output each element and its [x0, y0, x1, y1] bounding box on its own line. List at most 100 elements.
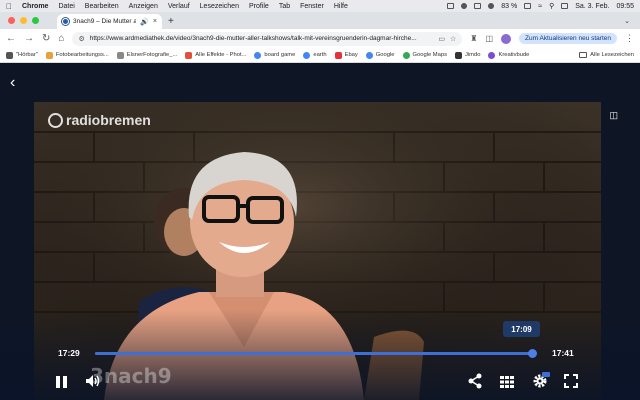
- seek-bar-progress: [95, 352, 533, 355]
- site-info-icon[interactable]: ⚙: [78, 35, 84, 43]
- update-restart-button[interactable]: Zum Aktualisieren neu starten: [519, 33, 617, 44]
- battery-percent: 83 %: [501, 2, 518, 10]
- menu-fenster[interactable]: Fenster: [300, 3, 324, 10]
- bookmark-google-maps[interactable]: Google Maps: [402, 51, 447, 59]
- new-tab-button[interactable]: +: [168, 16, 174, 29]
- bookmark-label: Ebay: [344, 52, 358, 58]
- bookmark-hoerbar[interactable]: "Hörbar": [6, 51, 38, 59]
- google-icon: [254, 51, 262, 59]
- bookmark-ebay[interactable]: Ebay: [334, 51, 358, 59]
- radiobremen-logo-icon: [48, 112, 63, 128]
- audio-playing-icon[interactable]: 🔊: [140, 18, 149, 26]
- status-area: 83 % ≈ ⚲ Sa. 3. Feb. 09:55: [447, 2, 634, 10]
- forward-icon[interactable]: →: [24, 33, 34, 44]
- seek-handle[interactable]: [527, 349, 537, 358]
- profile-avatar[interactable]: [501, 33, 511, 44]
- bookmark-icon: [185, 51, 193, 59]
- back-icon[interactable]: ←: [6, 33, 16, 44]
- bookmark-label: Jimdo: [464, 52, 481, 58]
- bookmark-label: "Hörbar": [16, 52, 38, 58]
- picture-in-picture-icon[interactable]: ◫: [609, 110, 618, 121]
- bookmark-board-game[interactable]: board game: [254, 51, 296, 59]
- bookmark-label: ElsnerFotografie_...: [126, 52, 178, 58]
- menu-tab[interactable]: Tab: [279, 3, 290, 10]
- menu-bearbeiten[interactable]: Bearbeiten: [85, 3, 119, 10]
- bookmark-elsnerfotografie[interactable]: ElsnerFotografie_...: [116, 51, 178, 59]
- bookmark-earth[interactable]: earth: [303, 51, 327, 59]
- seek-bar[interactable]: [95, 349, 537, 358]
- google-icon: [303, 51, 311, 59]
- back-arrow-icon[interactable]: ‹: [10, 74, 15, 92]
- google-icon: [365, 51, 373, 59]
- bookmark-label: Google: [375, 52, 395, 58]
- current-time: 17:29: [58, 348, 80, 358]
- bookmarks-bar: "Hörbar" Fotobearbeitungss... ElsnerFoto…: [0, 48, 640, 63]
- menu-profile[interactable]: Profile: [249, 3, 269, 10]
- menu-kebab-icon[interactable]: ⋮: [625, 33, 634, 44]
- close-tab-icon[interactable]: ×: [153, 18, 157, 25]
- clock-icon[interactable]: [461, 3, 468, 9]
- bookmark-label: Kreativbude: [498, 52, 530, 58]
- extensions-icon[interactable]: ♜: [470, 34, 477, 43]
- bookmark-star-icon[interactable]: ☆: [450, 35, 456, 43]
- ebay-icon: [334, 51, 342, 59]
- screen-record-icon[interactable]: [447, 3, 455, 9]
- address-bar[interactable]: ⚙ https://www.ardmediathek.de/video/3nac…: [72, 31, 463, 46]
- menu-datei[interactable]: Datei: [58, 3, 74, 10]
- display-icon[interactable]: [474, 3, 482, 9]
- macos-menu-bar:  Chrome Datei Bearbeiten Anzeigen Verla…: [0, 0, 640, 12]
- all-bookmarks-label: Alle Lesezeichen: [590, 52, 634, 58]
- radiobremen-logo: radiobremen: [48, 112, 151, 128]
- seek-hover-tooltip: 17:09: [503, 321, 540, 337]
- bookmark-label: earth: [313, 52, 327, 58]
- bookmark-icon: [454, 51, 462, 59]
- bookmark-jimdo[interactable]: Jimdo: [454, 51, 481, 59]
- all-bookmarks[interactable]: Alle Lesezeichen: [579, 52, 634, 58]
- fullscreen-icon[interactable]: [564, 374, 578, 388]
- menu-hilfe[interactable]: Hilfe: [334, 3, 348, 10]
- bookmark-fotobearbeitung[interactable]: Fotobearbeitungss...: [45, 51, 109, 59]
- bookmark-label: Fotobearbeitungss...: [55, 52, 109, 58]
- menu-lesezeichen[interactable]: Lesezeichen: [200, 3, 239, 10]
- minimize-window-button[interactable]: [20, 17, 27, 24]
- sidepanel-icon[interactable]: ◫: [485, 34, 493, 43]
- tab-strip: 3nach9 – Die Mutter alle 🔊 × + ⌄: [0, 12, 640, 29]
- chapters-grid-icon[interactable]: [500, 376, 514, 388]
- maximize-window-button[interactable]: [32, 17, 39, 24]
- pause-button[interactable]: [56, 376, 68, 388]
- focus-icon[interactable]: [488, 3, 495, 9]
- total-time: 17:41: [552, 348, 574, 358]
- apple-icon[interactable]: : [6, 2, 12, 11]
- cast-icon[interactable]: ▭: [438, 35, 445, 43]
- wifi-icon[interactable]: ≈: [538, 3, 542, 10]
- menu-anzeigen[interactable]: Anzeigen: [129, 3, 158, 10]
- reload-icon[interactable]: ↻: [42, 33, 50, 44]
- bookmark-label: board game: [264, 52, 296, 58]
- pause-icon-bar: [56, 376, 60, 388]
- app-menu-chrome[interactable]: Chrome: [22, 3, 48, 10]
- bookmark-google[interactable]: Google: [365, 51, 395, 59]
- maps-pin-icon: [402, 51, 410, 59]
- ard-favicon-icon: [62, 18, 69, 25]
- close-window-button[interactable]: [8, 17, 15, 24]
- search-icon[interactable]: ⚲: [549, 2, 554, 10]
- pause-icon-bar: [63, 376, 67, 388]
- menu-date[interactable]: Sa. 3. Feb.: [575, 3, 609, 10]
- control-center-icon[interactable]: [561, 3, 569, 9]
- battery-icon[interactable]: [524, 3, 532, 9]
- window-controls: [0, 17, 47, 29]
- home-icon[interactable]: ⌂: [58, 33, 64, 44]
- bookmark-icon: [488, 51, 496, 59]
- bookmark-label: Google Maps: [412, 52, 447, 58]
- tab-active[interactable]: 3nach9 – Die Mutter alle 🔊 ×: [57, 14, 162, 29]
- url-text[interactable]: https://www.ardmediathek.de/video/3nach9…: [90, 35, 434, 42]
- bookmark-alle-effekte[interactable]: Alle Effekte - Phot...: [185, 51, 246, 59]
- menu-verlauf[interactable]: Verlauf: [168, 3, 190, 10]
- bookmark-icon: [116, 51, 124, 59]
- tab-search-icon[interactable]: ⌄: [624, 17, 630, 29]
- share-icon[interactable]: [467, 373, 483, 389]
- menu-time[interactable]: 09:55: [616, 3, 634, 10]
- screen:  Chrome Datei Bearbeiten Anzeigen Verla…: [0, 0, 640, 400]
- browser-toolbar: ← → ↻ ⌂ ⚙ https://www.ardmediathek.de/vi…: [0, 29, 640, 48]
- bookmark-kreativbude[interactable]: Kreativbude: [488, 51, 530, 59]
